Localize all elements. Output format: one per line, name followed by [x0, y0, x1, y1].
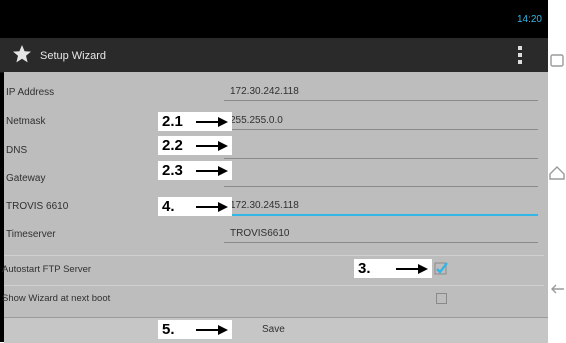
navigation-bar: [548, 0, 566, 342]
trovis-label: TROVIS 6610: [6, 201, 69, 212]
gateway-label: Gateway: [6, 173, 46, 184]
netmask-label: Netmask: [6, 116, 46, 127]
callout-2-2-label: 2.2: [162, 137, 183, 154]
callout-5: 5.: [158, 320, 232, 339]
dns-label: DNS: [6, 145, 28, 156]
ip-address-label: IP Address: [6, 87, 55, 98]
show-wizard-checkbox[interactable]: [436, 293, 447, 304]
section-divider: [4, 255, 544, 256]
callout-2-3: 2.3: [158, 161, 232, 180]
timeserver-underline: [224, 242, 538, 243]
callout-2-1-label: 2.1: [162, 113, 183, 130]
callout-3-label: 3.: [358, 260, 371, 277]
autostart-ftp-checkbox[interactable]: [434, 261, 448, 275]
arrow-right-icon: [396, 263, 428, 274]
callout-4: 4.: [158, 197, 232, 216]
status-clock: 14:20: [516, 14, 542, 25]
row-divider: [4, 285, 544, 286]
timeserver-field[interactable]: TROVIS6610: [230, 228, 289, 239]
callout-3: 3.: [354, 259, 432, 278]
arrow-right-icon: [196, 140, 228, 151]
timeserver-label: Timeserver: [6, 229, 56, 240]
star-icon: [13, 45, 31, 63]
trovis-field[interactable]: 172.30.245.118: [230, 200, 299, 211]
gateway-underline: [224, 186, 538, 187]
callout-2-2: 2.2: [158, 136, 232, 155]
status-bar: 14:20: [0, 0, 548, 38]
callout-2-1: 2.1: [158, 112, 232, 131]
arrow-right-icon: [196, 324, 228, 335]
overflow-menu-icon[interactable]: [518, 46, 522, 64]
netmask-field[interactable]: 255.255.0.0: [230, 115, 283, 126]
ip-address-underline: [224, 100, 538, 101]
arrow-right-icon: [196, 116, 228, 127]
netmask-underline: [224, 129, 538, 130]
dns-underline: [224, 158, 538, 159]
back-icon[interactable]: [549, 283, 565, 295]
home-icon[interactable]: [549, 166, 565, 180]
callout-5-label: 5.: [162, 321, 175, 338]
save-button-label: Save: [262, 324, 285, 335]
callout-4-label: 4.: [162, 198, 175, 215]
trovis-underline-focused: [224, 214, 538, 216]
arrow-right-icon: [196, 165, 228, 176]
arrow-right-icon: [196, 201, 228, 212]
callout-2-3-label: 2.3: [162, 162, 183, 179]
ip-address-field[interactable]: 172.30.242.118: [230, 86, 299, 97]
app-title: Setup Wizard: [40, 50, 107, 62]
autostart-ftp-label: Autostart FTP Server: [2, 264, 92, 275]
recent-apps-icon[interactable]: [549, 54, 565, 68]
show-wizard-label: Show Wizard at next boot: [2, 293, 111, 304]
